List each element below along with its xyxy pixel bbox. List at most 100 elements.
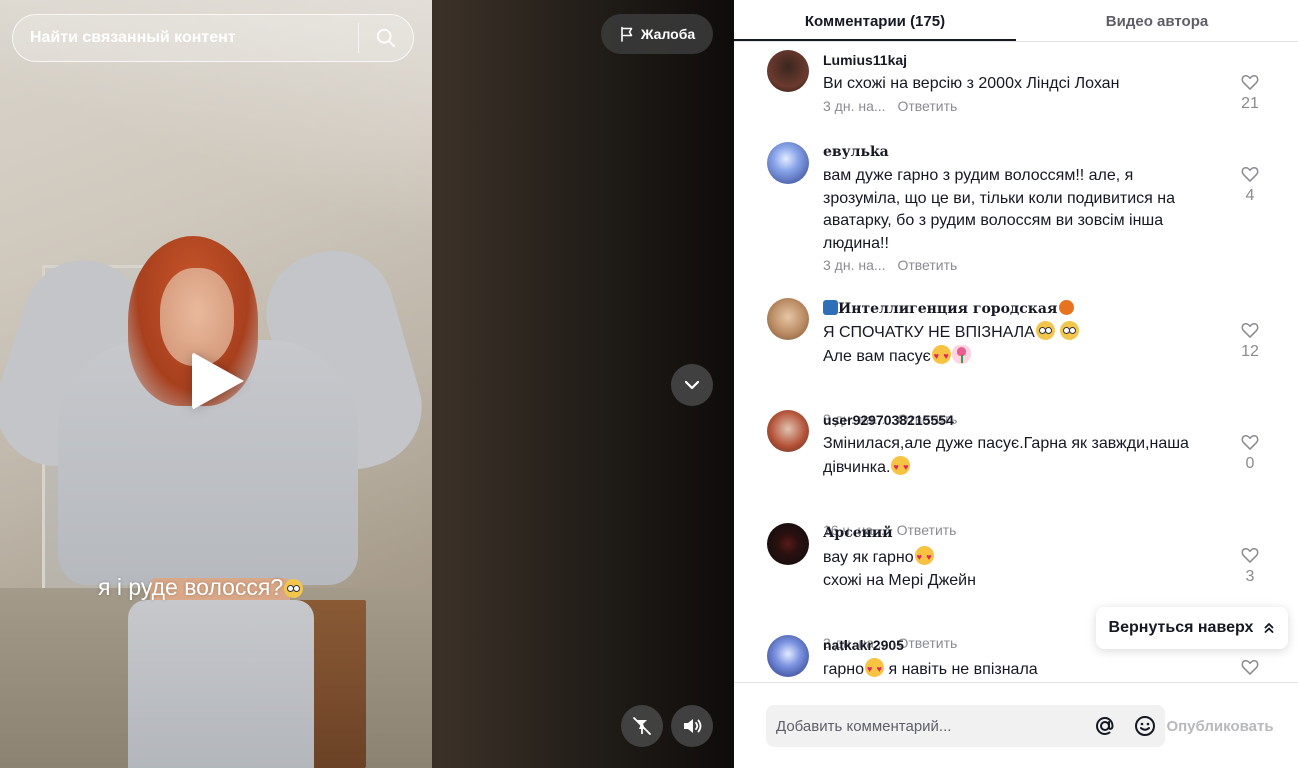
comment-composer: Опубликовать [734, 682, 1298, 768]
heart-outline-icon[interactable] [1240, 432, 1260, 452]
video-caption-text: я і руде волосся? [98, 574, 284, 600]
comment-username[interactable]: natkakr2905 [823, 637, 904, 653]
at-sign-icon [1095, 716, 1114, 736]
avatar[interactable] [767, 50, 809, 92]
search-icon [376, 28, 396, 48]
volume-icon [684, 719, 702, 733]
comment-text: гарно я навіть не впізнала [823, 658, 1213, 682]
like-control[interactable]: 3 [1230, 545, 1270, 586]
reply-link[interactable]: Ответить [897, 257, 957, 273]
comment-text-line: Я СПОЧАТКУ НЕ ВПІЗНАЛА [823, 321, 1213, 345]
floating-player-off-icon [633, 717, 651, 735]
flushed-emoji-icon [1060, 321, 1080, 340]
comment-item: Lumius11kaj Ви схожі на версію з 2000х Л… [734, 46, 1298, 132]
panel-tabs: Комментарии (175) Видео автора [734, 0, 1298, 42]
comment-text-part: гарно [823, 661, 865, 678]
volume-button[interactable] [671, 705, 713, 747]
double-chevron-up-icon [1265, 623, 1274, 633]
video-person-pants [128, 600, 314, 768]
like-control[interactable]: 0 [1230, 432, 1270, 473]
smiling-hearts-emoji-icon [891, 455, 911, 478]
comment-text-line: схожі на Мері Джейн [823, 571, 976, 589]
comment-text-part: я навіть не впізнала [884, 661, 1038, 678]
like-count: 12 [1241, 343, 1259, 360]
video-frame[interactable]: я і руде волосся? [0, 0, 432, 768]
avatar[interactable] [767, 523, 809, 565]
reply-link[interactable]: Ответить [897, 98, 957, 114]
video-player[interactable]: я і руде волосся? Жалоба [0, 0, 734, 768]
comment-username[interactable]: user9297038215554 [823, 412, 954, 428]
comment-item: user9297038215554 Змінилася,але дуже пас… [734, 406, 1298, 538]
smiling-hearts-emoji-icon [931, 344, 951, 367]
tab-author-videos[interactable]: Видео автора [1016, 0, 1298, 42]
comment-username[interactable]: Арсений [823, 525, 893, 541]
related-search-input[interactable] [13, 15, 358, 61]
next-video-button[interactable] [671, 364, 713, 406]
comment-input[interactable] [766, 705, 1085, 747]
comment-meta: 3 дн. на... Ответить [823, 257, 957, 273]
comment-text-line: вау як гарно [823, 546, 1213, 570]
heart-outline-icon[interactable] [1240, 545, 1260, 565]
like-count: 4 [1245, 187, 1255, 204]
publish-button[interactable]: Опубликовать [1165, 705, 1275, 747]
smiling-hearts-emoji-icon [865, 658, 885, 681]
comment-username-text: евульkа [823, 144, 889, 160]
tulip-emoji-icon [951, 344, 971, 364]
comment-username[interactable]: евульkа [823, 144, 889, 160]
mushroom-emoji-icon [1059, 300, 1075, 315]
comment-text-part: вау як гарно [823, 549, 914, 566]
comment-text-line: Але вам пасує [823, 344, 1213, 369]
like-count: 0 [1245, 455, 1255, 472]
active-tab-indicator [734, 39, 1016, 41]
comment-item: Интеллигенция городская Я СПОЧАТКУ НЕ ВП… [734, 294, 1298, 427]
related-search-bar [12, 14, 414, 62]
emoji-button[interactable] [1125, 705, 1165, 747]
heart-outline-icon[interactable] [1240, 164, 1260, 184]
comment-text-part: Але вам пасує [823, 347, 931, 365]
heart-outline-icon[interactable] [1240, 320, 1260, 340]
comment-time: 3 дн. на... [823, 257, 886, 273]
report-label: Жалоба [640, 26, 696, 42]
emoji-smile-icon [1135, 716, 1155, 736]
play-icon[interactable] [192, 352, 244, 410]
video-caption: я і руде волосся? [98, 574, 304, 601]
heart-outline-icon[interactable] [1240, 657, 1260, 677]
comment-meta: 3 дн. на... Ответить [823, 98, 957, 114]
avatar[interactable] [767, 635, 809, 677]
comment-list[interactable]: Lumius11kaj Ви схожі на версію з 2000х Л… [734, 42, 1298, 682]
report-button[interactable]: Жалоба [601, 14, 713, 54]
back-to-top-button[interactable]: Вернуться наверх [1096, 607, 1288, 649]
shopping-bags-emoji-icon [823, 300, 838, 315]
avatar[interactable] [767, 298, 809, 340]
comment-text-part: Я СПОЧАТКУ НЕ ВПІЗНАЛА [823, 324, 1035, 341]
flag-icon [621, 26, 633, 42]
comment-item: евульkа вам дуже гарно з рудим волоссям!… [734, 138, 1298, 288]
flushed-emoji-icon [284, 579, 304, 598]
comment-text: Змінилася,але дуже пасує.Гарна як завжди… [823, 433, 1213, 479]
avatar[interactable] [767, 142, 809, 184]
chevron-down-icon [684, 380, 700, 390]
floating-player-button[interactable] [621, 705, 663, 747]
heart-outline-icon[interactable] [1240, 72, 1260, 92]
like-control[interactable]: 21 [1230, 72, 1270, 113]
flushed-emoji-icon [1035, 321, 1055, 340]
comment-input-box [766, 705, 1165, 747]
comments-panel: Комментарии (175) Видео автора Lumius11k… [734, 0, 1298, 768]
mention-button[interactable] [1085, 705, 1125, 747]
like-count: 21 [1241, 95, 1259, 112]
tab-comments[interactable]: Комментарии (175) [734, 0, 1016, 42]
like-control[interactable]: 12 [1230, 320, 1270, 361]
avatar[interactable] [767, 410, 809, 452]
comment-text: вам дуже гарно з рудим волоссям!! але, я… [823, 167, 1176, 252]
like-control[interactable] [1230, 657, 1270, 677]
like-control[interactable]: 4 [1230, 164, 1270, 205]
comment-time: 3 дн. на... [823, 98, 886, 114]
comment-username[interactable]: Интеллигенция городская [823, 300, 1075, 317]
like-count: 3 [1245, 568, 1255, 585]
back-to-top-label: Вернуться наверх [1108, 619, 1254, 636]
comment-text: вау як гарно схожі на Мері Джейн [823, 546, 1213, 592]
comment-text-part: Змінилася,але дуже пасує.Гарна як завжди… [823, 435, 1189, 476]
search-button[interactable] [359, 15, 413, 61]
comment-username[interactable]: Lumius11kaj [823, 52, 907, 68]
heart-eyes-emoji-icon [914, 546, 934, 569]
